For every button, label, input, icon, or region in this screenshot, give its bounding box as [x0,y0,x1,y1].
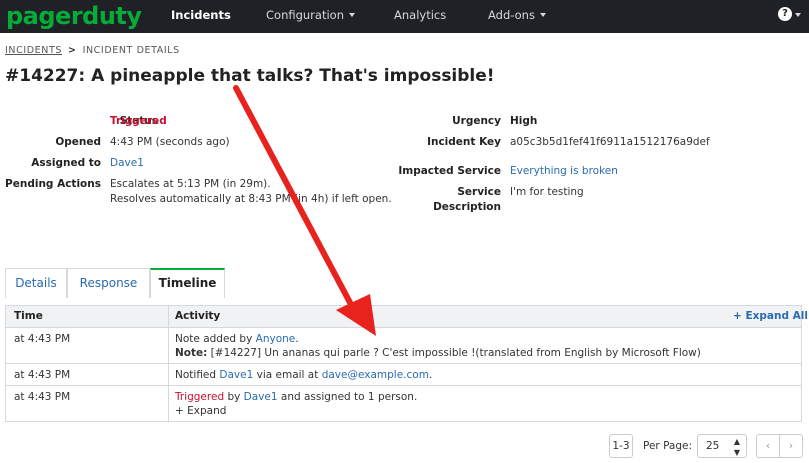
service-description-label-1: Service [457,186,501,198]
column-divider [168,386,169,422]
nav-configuration[interactable]: Configuration [266,0,355,33]
column-header-time: Time [14,310,43,322]
chevron-down-icon [539,12,546,17]
next-page-button[interactable]: › [779,434,803,458]
activity-text: . [295,333,299,345]
pagination-range: 1-3 [609,434,633,458]
assigned-to-link[interactable]: Dave1 [110,157,144,169]
pagerduty-logo[interactable]: pagerduty [6,2,142,30]
help-icon[interactable]: ? [778,7,792,21]
column-header-activity: Activity [175,310,221,322]
note-label: Note: [175,347,208,359]
actor-link[interactable]: Anyone [256,333,296,345]
chevron-right-icon: > [68,45,77,56]
top-nav-bar: pagerduty Incidents Configuration Analyt… [0,0,809,33]
assigned-to-label: Assigned to [31,157,101,169]
activity-text: . [428,369,433,381]
nav-addons[interactable]: Add-ons [488,0,546,33]
activity-text: Note added by [175,333,256,345]
activity-text: and assigned to 1 person. [277,391,418,403]
timeline-activity: Notified Dave1 via email at dave@example… [175,369,432,381]
nav-analytics[interactable]: Analytics [394,0,446,33]
nav-configuration-label: Configuration [266,8,344,22]
column-divider [168,306,169,327]
activity-text: Notified [175,369,220,381]
pending-action-escalate: Escalates at 5:13 PM (in 29m). [110,178,271,190]
opened-value: 4:43 PM (seconds ago) [110,136,230,148]
timeline-row: at 4:43 PM Note added by Anyone. Note: [… [6,327,801,364]
impacted-service-link[interactable]: Everything is broken [510,165,618,177]
timeline-time: at 4:43 PM [14,369,71,381]
page-title: #14227: A pineapple that talks? That's i… [5,66,495,86]
timeline-note: Note: [#14227] Un ananas qui parle ? C'e… [175,347,701,359]
per-page-select[interactable]: 25 ▲ ▼ [697,434,747,458]
triggered-status: Triggered [175,391,225,403]
chevron-down-icon[interactable] [795,13,801,17]
activity-text: via email at [253,369,322,381]
breadcrumb-current: INCIDENT DETAILS [82,45,180,56]
incident-key-value: a05c3b5d1fef41f6911a1512176a9def [510,136,710,148]
select-arrows-icon: ▲ ▼ [733,437,740,457]
timeline-activity: Note added by Anyone. [175,333,299,345]
chevron-down-icon [349,12,355,17]
timeline-time: at 4:43 PM [14,333,71,345]
nav-addons-label: Add-ons [488,8,535,22]
nav-incidents[interactable]: Incidents [171,0,231,33]
prev-page-button[interactable]: ‹ [756,434,780,458]
opened-label: Opened [55,136,101,148]
email-link[interactable]: dave@example.com [322,369,429,381]
timeline-row: at 4:43 PM Triggered by Dave1 and assign… [6,385,801,422]
breadcrumb: INCIDENTS > INCIDENT DETAILS [5,45,180,56]
tab-response[interactable]: Response [67,268,150,298]
timeline-time: at 4:43 PM [14,391,71,403]
timeline-activity: Triggered by Dave1 and assigned to 1 per… [175,391,417,403]
column-divider [168,328,169,364]
status-value: Triggered [110,115,167,127]
timeline-table: Time Activity + Expand All at 4:43 PM No… [5,305,808,422]
pending-actions-label: Pending Actions [5,178,101,190]
breadcrumb-incidents-link[interactable]: INCIDENTS [5,45,62,56]
actor-link[interactable]: Dave1 [219,369,253,381]
expand-button[interactable]: + Expand [175,405,226,417]
incident-key-label: Incident Key [427,136,501,148]
service-description-value: I'm for testing [510,186,584,198]
pending-action-resolve: Resolves automatically at 8:43 PM (in 4h… [110,193,392,205]
urgency-value: High [510,115,538,127]
activity-text: by [224,391,244,403]
actor-link[interactable]: Dave1 [244,391,278,403]
service-description-label-2: Description [433,201,501,213]
tab-timeline[interactable]: Timeline [150,268,225,298]
urgency-label: Urgency [452,115,501,127]
column-divider [168,364,169,386]
tab-details[interactable]: Details [5,268,67,298]
per-page-label: Per Page: [643,440,693,452]
per-page-value: 25 [706,440,720,452]
impacted-service-label: Impacted Service [398,165,501,177]
note-text: [#14227] Un ananas qui parle ? C'est imp… [207,347,701,359]
timeline-row: at 4:43 PM Notified Dave1 via email at d… [6,363,801,386]
expand-all-button[interactable]: + Expand All [733,310,808,322]
timeline-header-row: Time Activity + Expand All [6,306,808,327]
